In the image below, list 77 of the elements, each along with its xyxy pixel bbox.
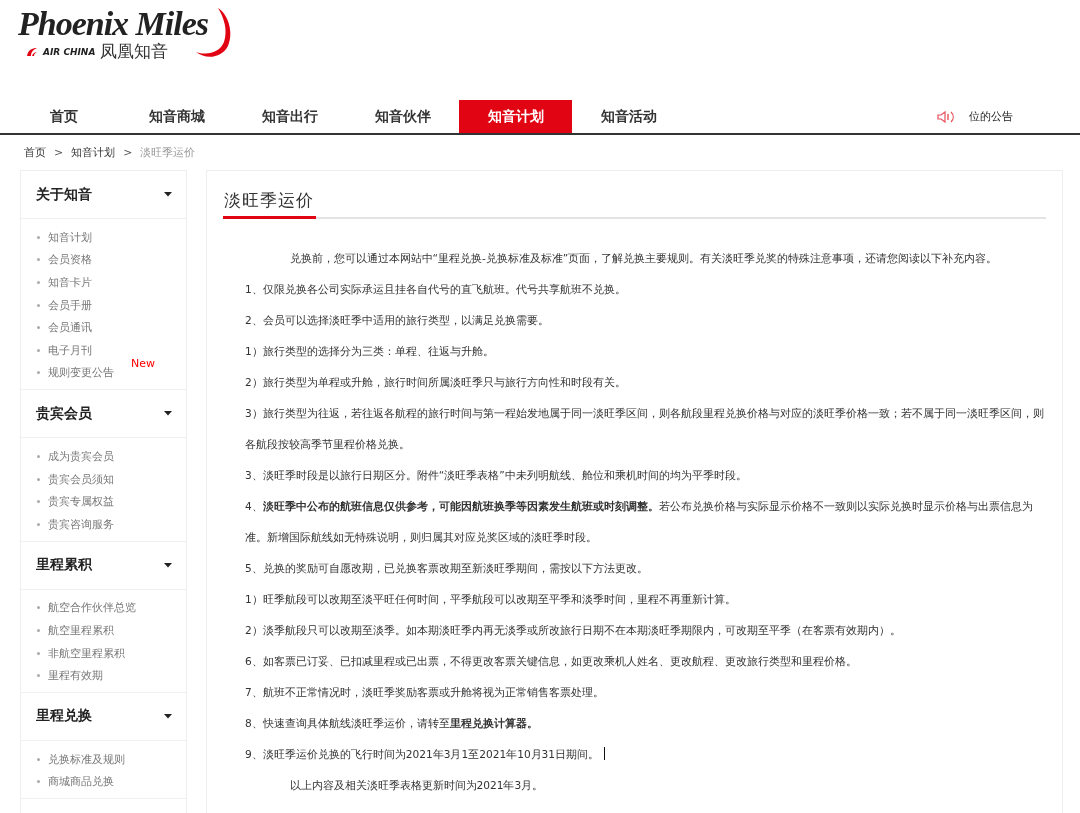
article-paragraph: 6、如客票已订妥、已扣减里程或已出票，不得更改客票关键信息，如更改乘机人姓名、更改航程、更改旅行类型和里程价格。: [245, 654, 858, 669]
bullet-icon: [37, 235, 40, 239]
bullet-icon: [37, 281, 40, 284]
brand-name: 凤凰知音: [100, 40, 169, 63]
sidebar-link[interactable]: 成为贵宾会员: [48, 448, 114, 464]
bullet-icon: [37, 500, 40, 504]
article-paragraph: 1）旅行类型的选择分为三类：单程、往返与升舱。: [245, 344, 495, 359]
caret-icon[interactable]: [164, 713, 172, 719]
phoenix-icon: [26, 46, 38, 57]
sidebar-link[interactable]: 兑换标准及规则: [48, 751, 125, 767]
sidebar-link[interactable]: 贵宾会员须知: [48, 471, 114, 487]
sidebar-section-title[interactable]: 贵宾会员: [36, 404, 92, 423]
bullet-icon: [37, 348, 40, 352]
bullet-icon: [37, 326, 40, 330]
article-paragraph: 2、会员可以选择淡旺季中适用的旅行类型，以满足兑换需要。: [245, 313, 550, 328]
sidebar-link[interactable]: 规则变更公告: [48, 365, 114, 381]
sidebar-link[interactable]: 知音计划: [48, 229, 92, 245]
sidebar-link[interactable]: 知音卡片: [48, 275, 92, 290]
bullet-icon: [37, 303, 40, 307]
article-paragraph: 4、淡旺季中公布的航班信息仅供参考，可能因航班换季等因素发生航班或时刻调整。若公布兑换价格与实际显示价格不一致则以实际兑换时显示价格与出票信息为准。新增国际航线如无特殊说明，则归属其对应兑奖区域的淡旺季时段。: [245, 499, 1034, 545]
speaker-icon: [937, 109, 957, 124]
breadcrumb-link[interactable]: 知音计划: [71, 144, 116, 160]
caret-icon[interactable]: [164, 411, 172, 417]
bullet-icon: [37, 258, 40, 262]
article-paragraph: 兑换前，您可以通过本网站中“里程兑换-兑换标准及标准”页面，了解兑换主要规则。有关淡旺季兑奖的特殊注意事项，还请您阅读以下补充内容。: [288, 251, 999, 266]
bullet-icon: [37, 454, 40, 458]
bullet-icon: [37, 757, 40, 761]
nav-tab[interactable]: 知音伙伴: [346, 100, 459, 133]
nav-tab[interactable]: 首页: [7, 100, 120, 133]
breadcrumb-separator: >: [123, 145, 133, 159]
sidebar-link[interactable]: 会员资格: [48, 252, 92, 268]
article-paragraph: 9、淡旺季运价兑换的飞行时间为2021年3月1至2021年10月31日期间。: [245, 748, 600, 760]
article-paragraph: 以上内容及相关淡旺季表格更新时间为2021年3月。: [288, 778, 545, 793]
sidebar-link[interactable]: 贵宾专属权益: [48, 494, 114, 510]
bullet-icon: [37, 477, 40, 481]
sidebar-section-title[interactable]: 里程累积: [36, 556, 92, 575]
airline-name: AIR CHINA: [43, 46, 96, 57]
bullet-icon: [37, 371, 40, 375]
article-paragraph: 1）旺季航段可以改期至淡平旺任何时间，平季航段可以改期至平季和淡季时间，里程不再重新计算。: [245, 592, 737, 607]
nav-tab[interactable]: 知音商城: [120, 100, 233, 133]
article-paragraph: 3）旅行类型为往返，若往返各航程的旅行时间与第一程始发地属于同一淡旺季区间，则各航段里程兑换价格与对应的淡旺季价格一致；若不属于同一淡旺季区间，则各航段按较高季节里程价格兑换。: [245, 406, 1045, 452]
announcement-text[interactable]: 位的公告: [969, 109, 1013, 124]
caret-icon[interactable]: [164, 562, 172, 568]
breadcrumb-link[interactable]: 首页: [24, 144, 46, 160]
sidebar-link[interactable]: 里程有效期: [48, 668, 103, 684]
breadcrumb-separator: >: [54, 145, 64, 159]
article-paragraph: 5、兑换的奖励可自愿改期，已兑换客票改期至新淡旺季期间，需按以下方法更改。: [245, 561, 649, 576]
sidebar-link[interactable]: 电子月刊: [48, 342, 92, 358]
bullet-icon: [37, 522, 40, 526]
sidebar-link[interactable]: 会员通讯: [48, 320, 92, 336]
article-paragraph: 8、快速查询具体航线淡旺季运价，请转至里程兑换计算器。: [245, 716, 539, 731]
sidebar-link[interactable]: 航空里程累积: [48, 622, 114, 638]
article-paragraph: 2）旅行类型为单程或升舱，旅行时间所属淡旺季只与旅行方向性和时段有关。: [245, 375, 627, 390]
sidebar-link[interactable]: 会员手册: [48, 297, 92, 313]
sidebar-link[interactable]: 商城商品兑换: [48, 774, 114, 790]
article-paragraph: 1、仅限兑换各公司实际承运且挂各自代号的直飞航班。代号共享航班不兑换。: [245, 282, 627, 297]
bullet-icon: [37, 674, 40, 678]
article-paragraph: 2）淡季航段只可以改期至淡季。如本期淡旺季内再无淡季或所改旅行日期不在本期淡旺季期限内，可改期至平季（在客票有效期内）。: [245, 623, 902, 638]
nav-tab[interactable]: 知音计划: [459, 100, 572, 133]
sidebar-link[interactable]: 航空合作伙伴总览: [48, 600, 136, 616]
nav-tab[interactable]: 知音活动: [572, 100, 685, 133]
bullet-icon: [37, 780, 40, 784]
nav-tab[interactable]: 知音出行: [233, 100, 346, 133]
sidebar-section-title[interactable]: 里程兑换: [36, 707, 92, 726]
text-cursor: [604, 747, 606, 760]
article-paragraph: 3、淡旺季时段是以旅行日期区分。附件“淡旺季表格”中未列明航线、舱位和乘机时间的均为平季时段。: [245, 468, 748, 483]
article-paragraph: 7、航班不正常情况时，淡旺季奖励客票或升舱将视为正常销售客票处理。: [245, 685, 605, 700]
new-label: New: [131, 356, 155, 370]
bullet-icon: [37, 628, 40, 632]
sidebar-link[interactable]: 贵宾咨询服务: [48, 516, 114, 532]
logo-wordmark: Phoenix Miles: [18, 6, 209, 42]
sidebar-section-title[interactable]: 关于知音: [36, 185, 92, 204]
caret-icon[interactable]: [164, 192, 172, 197]
sidebar-link[interactable]: 非航空里程累积: [48, 645, 125, 661]
bullet-icon: [37, 651, 40, 655]
article-title: 淡旺季运价: [223, 189, 316, 219]
bullet-icon: [37, 606, 40, 610]
